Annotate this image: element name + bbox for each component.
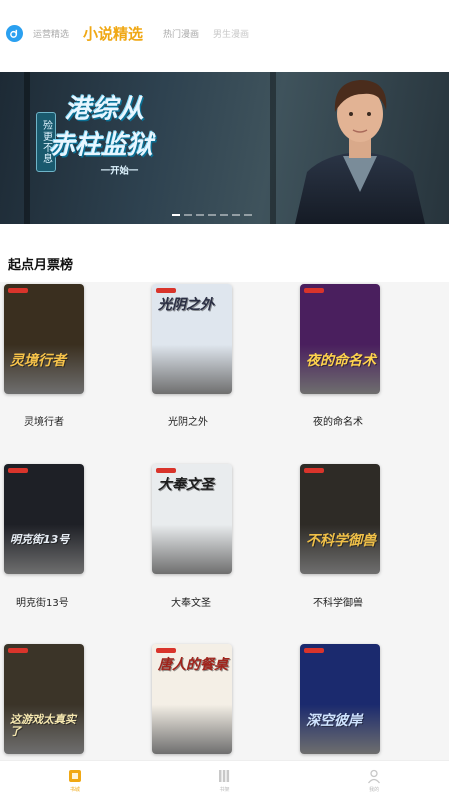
cover-title: 深空彼岸 <box>306 713 362 729</box>
profile-icon <box>368 769 381 784</box>
book-cover[interactable]: 大奉文圣 <box>152 464 232 574</box>
book-cover[interactable]: 深空彼岸 <box>300 644 380 754</box>
cover-title: 光阴之外 <box>158 297 214 313</box>
cover-title: 明克街13号 <box>10 533 70 546</box>
book-grid: 灵境行者 光阴之外 夜的命名术 灵境行者 光阴之外 夜的命名术 明克街13号 大… <box>0 282 449 760</box>
top-tab-bar: 运营精选 小说精选 热门漫画 男生漫画 <box>0 0 449 66</box>
tab-novels[interactable]: 小说精选 <box>83 23 143 44</box>
book-cover[interactable]: 灵境行者 <box>4 284 84 394</box>
bottom-navigation: 书城 书架 我的 <box>0 760 449 800</box>
book-card[interactable]: 不科学御兽 <box>300 464 428 574</box>
badge-icon <box>156 288 176 293</box>
nav-bookstore-label: 书城 <box>69 787 80 793</box>
book-card[interactable]: 灵境行者 <box>4 284 132 394</box>
cover-title: 灵境行者 <box>10 353 66 369</box>
pagination-dot[interactable] <box>244 214 252 216</box>
tab-operations[interactable]: 运营精选 <box>33 27 69 40</box>
tab-hot-comics[interactable]: 热门漫画 <box>163 27 199 40</box>
book-title[interactable]: 夜的命名术 <box>313 413 363 428</box>
cover-title: 唐人的餐桌 <box>158 657 228 673</box>
book-cover[interactable]: 唐人的餐桌 <box>152 644 232 754</box>
nav-bookshelf-label: 书架 <box>219 787 230 793</box>
book-card[interactable]: 唐人的餐桌 <box>152 644 280 754</box>
badge-icon <box>8 468 28 473</box>
promo-banner[interactable]: 殓更不息 港综从 赤柱监狱 一开始一 <box>0 72 449 224</box>
book-cover[interactable]: 不科学御兽 <box>300 464 380 574</box>
cover-title: 夜的命名术 <box>306 353 376 369</box>
book-cover[interactable]: 明克街13号 <box>4 464 84 574</box>
book-title[interactable]: 明克街13号 <box>16 594 69 609</box>
banner-title-line1: 港综从 <box>64 94 145 124</box>
cover-title: 大奉文圣 <box>158 477 214 493</box>
book-card[interactable]: 明克街13号 <box>4 464 132 574</box>
nav-bookstore[interactable]: 书城 <box>45 768 105 793</box>
book-card[interactable]: 夜的命名术 <box>300 284 428 394</box>
book-title[interactable]: 大奉文圣 <box>171 594 211 609</box>
tab-male-comics[interactable]: 男生漫画 <box>213 27 249 40</box>
pagination-dot[interactable] <box>184 214 192 216</box>
banner-pagination[interactable] <box>172 214 252 216</box>
badge-icon <box>8 648 28 653</box>
badge-icon <box>8 288 28 293</box>
banner-subtitle: 一开始一 <box>100 165 139 177</box>
book-cover[interactable]: 这游戏太真实了 <box>4 644 84 754</box>
cover-title: 这游戏太真实了 <box>10 713 76 739</box>
book-card[interactable]: 光阴之外 <box>152 284 280 394</box>
pagination-dot[interactable] <box>196 214 204 216</box>
book-title[interactable]: 灵境行者 <box>24 413 64 428</box>
nav-bookshelf[interactable]: 书架 <box>194 768 254 793</box>
badge-icon <box>304 648 324 653</box>
nav-profile-label: 我的 <box>369 787 380 793</box>
book-card[interactable]: 深空彼岸 <box>300 644 428 754</box>
pagination-dot[interactable] <box>172 214 180 216</box>
section-title: 起点月票榜 <box>8 258 74 273</box>
badge-icon <box>156 648 176 653</box>
bookshelf-icon <box>219 770 230 782</box>
book-cover[interactable]: 光阴之外 <box>152 284 232 394</box>
home-icon <box>68 770 81 782</box>
banner-character-illustration <box>295 80 425 224</box>
book-card[interactable]: 大奉文圣 <box>152 464 280 574</box>
badge-icon <box>156 468 176 473</box>
pagination-dot[interactable] <box>220 214 228 216</box>
pagination-dot[interactable] <box>232 214 240 216</box>
book-title[interactable]: 不科学御兽 <box>313 594 363 609</box>
book-title[interactable]: 光阴之外 <box>168 413 208 428</box>
cover-title: 不科学御兽 <box>306 533 376 549</box>
pagination-dot[interactable] <box>208 214 216 216</box>
badge-icon <box>304 288 324 293</box>
book-card[interactable]: 这游戏太真实了 <box>4 644 132 754</box>
nav-profile[interactable]: 我的 <box>344 768 404 793</box>
badge-icon <box>304 468 324 473</box>
banner-title-line2: 赤柱监狱 <box>48 130 153 160</box>
book-cover[interactable]: 夜的命名术 <box>300 284 380 394</box>
app-logo-icon[interactable] <box>6 24 23 42</box>
